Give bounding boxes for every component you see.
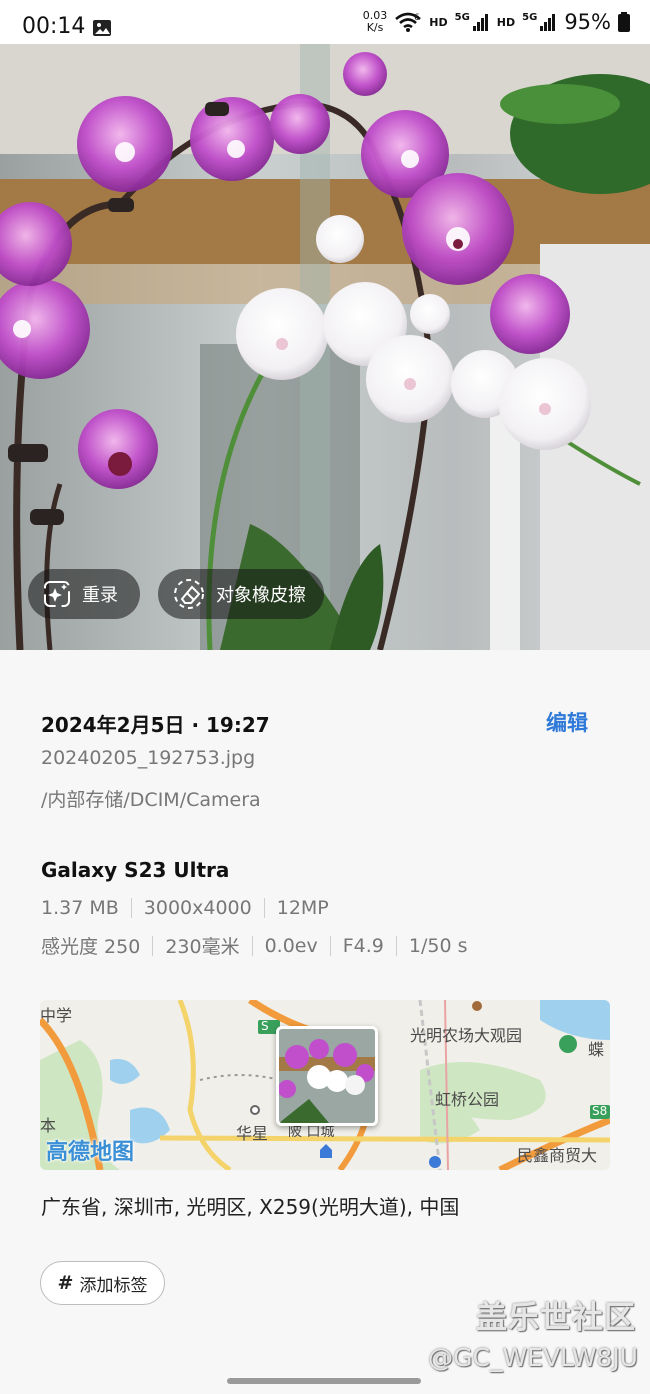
camera-settings-row: 感光度 250 230毫米 0.0ev F4.9 1/50 s — [41, 932, 468, 959]
svg-text:6: 6 — [414, 13, 420, 23]
add-tag-label: 添加标签 — [79, 1275, 148, 1296]
hd-label: HD — [429, 15, 448, 29]
file-size: 1.37 MB — [41, 897, 119, 919]
hashtag-icon: # — [57, 1272, 74, 1294]
file-info-row: 1.37 MB 3000x4000 12MP — [41, 897, 329, 919]
map-label: 光明农场大观园 — [410, 1026, 523, 1045]
map-label: 民鑫商贸大 — [517, 1146, 598, 1165]
object-eraser-label: 对象橡皮擦 — [216, 585, 306, 606]
status-bar: 00:14 0.03 K/s 6 HD 5G HD 5G 95% — [0, 0, 650, 44]
net-speed-unit: K/s — [366, 21, 384, 34]
map-label: 华星 — [236, 1124, 269, 1143]
home-indicator[interactable] — [227, 1378, 421, 1384]
divider — [130, 898, 132, 918]
details-panel: 2024年2月5日 · 19:27 编辑 20240205_192753.jpg… — [0, 650, 650, 1394]
divider — [329, 935, 331, 956]
resolution: 3000x4000 — [143, 897, 252, 919]
file-path: /内部存储/DCIM/Camera — [41, 789, 261, 811]
map-label: 本 — [40, 1116, 57, 1135]
map-label: 中学 — [40, 1006, 73, 1025]
net-speed: 0.03 K/s — [363, 10, 388, 34]
megapixels: 12MP — [276, 897, 329, 919]
eraser-icon — [174, 579, 204, 609]
map-label: 虹桥公园 — [435, 1090, 500, 1109]
divider — [251, 935, 253, 956]
map-road-shield: S — [261, 1019, 269, 1033]
divider — [395, 935, 397, 956]
map-provider-logo: 高德地图 — [46, 1140, 135, 1165]
file-name: 20240205_192753.jpg — [41, 747, 256, 769]
map-photo-thumbnail — [276, 1026, 378, 1126]
aperture: F4.9 — [342, 934, 384, 957]
divider — [152, 935, 154, 956]
battery-percent: 95% — [564, 10, 611, 34]
network-type-label: 5G — [454, 12, 470, 23]
capture-datetime: 2024年2月5日 · 19:27 — [41, 713, 270, 737]
watermark-brand: 盖乐世社区 — [476, 1300, 636, 1336]
photo-preview[interactable] — [0, 44, 650, 650]
gallery-icon — [93, 20, 111, 36]
shutter-speed: 1/50 s — [408, 934, 468, 957]
location-address: 广东省, 深圳市, 光明区, X259(光明大道), 中国 — [41, 1195, 460, 1219]
wifi-icon: 6 — [395, 12, 422, 32]
iso: 感光度 250 — [41, 936, 141, 958]
focal-length: 230毫米 — [165, 936, 240, 958]
status-time: 00:14 — [22, 14, 86, 39]
sparkle-icon — [44, 581, 70, 607]
orchid-photo — [0, 44, 650, 650]
hd-label: HD — [496, 15, 516, 29]
signal-icon — [472, 14, 488, 31]
object-eraser-button[interactable]: 对象橡皮擦 — [158, 569, 324, 619]
signal-icon — [540, 14, 556, 31]
photo-thumbnail-image — [279, 1029, 375, 1123]
map-road-shield: S8 — [592, 1104, 608, 1118]
remaster-label: 重录 — [82, 585, 118, 606]
remaster-button[interactable]: 重录 — [28, 569, 140, 619]
watermark-user: @GC_WEVLW8JU — [428, 1343, 638, 1372]
divider — [263, 898, 265, 918]
map-label: 蝶 — [588, 1040, 605, 1059]
location-map[interactable]: 中学 光明农场大观园 虹桥公园 华星 民鑫商贸大 本 蝶 S S8 陂 口城 高… — [40, 1000, 610, 1170]
device-name: Galaxy S23 Ultra — [41, 858, 230, 882]
battery-icon — [618, 12, 630, 32]
status-indicators: 0.03 K/s 6 HD 5G HD 5G 95% — [363, 10, 630, 34]
edit-button[interactable]: 编辑 — [546, 707, 588, 737]
network-type-label: 5G — [522, 12, 538, 23]
exposure-value: 0.0ev — [264, 934, 318, 957]
add-tag-button[interactable]: # 添加标签 — [40, 1261, 165, 1305]
